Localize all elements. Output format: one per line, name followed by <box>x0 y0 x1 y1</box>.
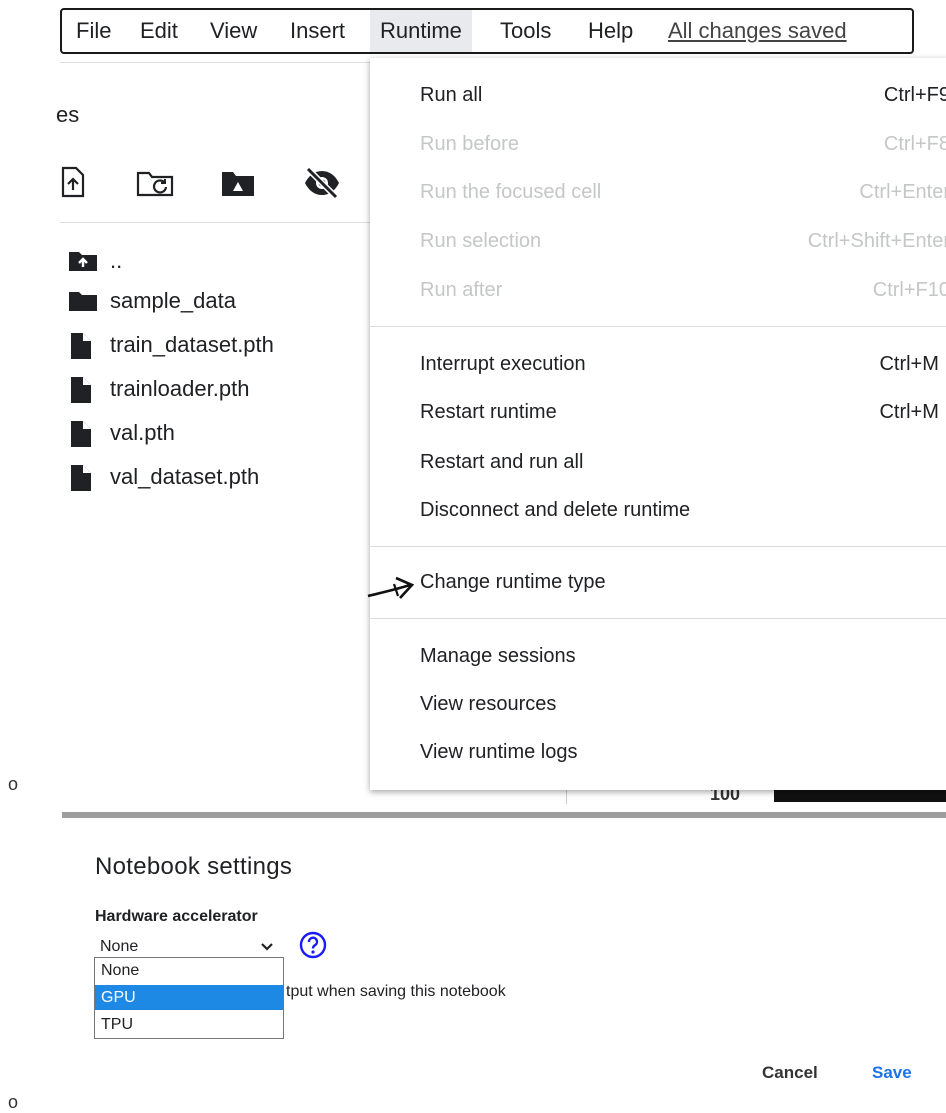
menu-item-label: Run the focused cell <box>420 181 602 203</box>
menu-view-runtime-logs[interactable]: View runtime logs <box>420 732 946 772</box>
file-icon <box>71 333 91 359</box>
file-name: sample_data <box>110 288 236 313</box>
menu-item-label: View resources <box>420 693 557 715</box>
bullet: o <box>8 774 19 794</box>
file-icon <box>71 465 91 491</box>
menu-view-resources[interactable]: View resources <box>420 684 946 724</box>
file-name: train_dataset.pth <box>110 332 274 357</box>
menu-item-label: View runtime logs <box>420 741 578 763</box>
menu-help[interactable]: Help <box>588 10 633 52</box>
refresh-folder-icon[interactable] <box>136 170 176 203</box>
parent-folder-icon <box>69 252 97 271</box>
menu-view[interactable]: View <box>210 10 257 52</box>
save-status-link[interactable]: All changes saved <box>668 10 847 52</box>
hardware-accelerator-select[interactable]: None <box>97 935 282 959</box>
panel-title: es <box>56 102 80 127</box>
shortcut: Ctrl+M . <box>879 401 946 423</box>
omit-output-text: tput when saving this notebook <box>286 983 506 1000</box>
menu-item-label: Manage sessions <box>420 645 576 667</box>
save-button[interactable]: Save <box>872 1063 912 1083</box>
upload-file-icon[interactable] <box>60 166 86 203</box>
menu-interrupt-execution[interactable]: Interrupt execution Ctrl+M I <box>420 344 946 384</box>
folder-icon <box>69 292 97 311</box>
hardware-accelerator-label: Hardware accelerator <box>95 908 258 925</box>
hand-drawn-arrow-icon <box>366 572 418 607</box>
menu-run-after: Run after Ctrl+F10 <box>420 270 946 310</box>
menu-separator <box>370 618 946 619</box>
menu-restart-runtime[interactable]: Restart runtime Ctrl+M . <box>420 392 946 432</box>
shortcut: Ctrl+Enter <box>859 181 946 203</box>
menu-item-label: Run after <box>420 279 503 301</box>
option-tpu[interactable]: TPU <box>95 1012 283 1037</box>
select-value: None <box>100 938 139 955</box>
menu-item-label: Disconnect and delete runtime <box>420 499 691 521</box>
help-icon[interactable] <box>298 930 328 965</box>
file-name: .. <box>110 248 123 273</box>
shortcut: Ctrl+F10 <box>872 279 946 301</box>
menu-tools[interactable]: Tools <box>500 10 551 52</box>
menu-item-label: Restart runtime <box>420 401 557 423</box>
shortcut: Ctrl+Shift+Enter <box>807 230 946 252</box>
menu-run-focused-cell: Run the focused cell Ctrl+Enter <box>420 172 946 212</box>
drive-folder-icon[interactable] <box>220 170 256 203</box>
panel-edge <box>566 790 567 804</box>
menu-insert[interactable]: Insert <box>290 10 345 52</box>
option-gpu[interactable]: GPU <box>95 985 283 1010</box>
menu-run-selection: Run selection Ctrl+Shift+Enter <box>420 221 946 261</box>
menu-item-label: Run before <box>420 133 519 155</box>
menu-item-label: Change runtime type <box>420 571 606 593</box>
runtime-menu: Run all Ctrl+F9 Run before Ctrl+F8 Run the… <box>367 58 946 790</box>
menu-change-runtime-type[interactable]: Change runtime type <box>420 562 946 602</box>
menu-item-label: Run selection <box>420 230 542 252</box>
hardware-accelerator-options: None GPU TPU <box>94 957 284 1039</box>
menu-item-label: Interrupt execution <box>420 353 586 375</box>
file-name: val_dataset.pth <box>110 464 260 489</box>
menu-separator <box>370 326 946 327</box>
menu-disconnect-delete-runtime[interactable]: Disconnect and delete runtime <box>420 490 946 530</box>
file-name: val.pth <box>110 420 175 445</box>
divider <box>60 62 370 63</box>
file-name: trainloader.pth <box>110 376 250 401</box>
option-none[interactable]: None <box>95 958 283 983</box>
background-chart-fragment <box>774 790 946 802</box>
menu-restart-and-run-all[interactable]: Restart and run all <box>420 442 946 482</box>
menu-separator <box>370 546 946 547</box>
menu-runtime[interactable]: Runtime <box>370 10 472 52</box>
menu-run-before: Run before Ctrl+F8 <box>420 124 946 164</box>
menu-item-label: Restart and run all <box>420 451 584 473</box>
menu-run-all[interactable]: Run all Ctrl+F9 <box>420 75 946 115</box>
shortcut: Ctrl+F9 <box>883 84 946 106</box>
file-icon <box>71 421 91 447</box>
dialog-divider <box>62 812 946 818</box>
hide-eye-icon[interactable] <box>302 166 342 205</box>
bullet: o <box>8 1092 19 1112</box>
menu-file[interactable]: File <box>76 10 111 52</box>
menubar: File Edit View Insert Runtime Tools Help… <box>60 8 914 54</box>
shortcut: Ctrl+F8 <box>883 133 946 155</box>
divider <box>60 222 370 223</box>
shortcut: Ctrl+M I <box>879 353 946 375</box>
menu-item-label: Run all <box>420 84 483 106</box>
menu-manage-sessions[interactable]: Manage sessions <box>420 636 946 676</box>
file-icon <box>71 377 91 403</box>
menu-edit[interactable]: Edit <box>140 10 178 52</box>
cancel-button[interactable]: Cancel <box>762 1063 818 1083</box>
dialog-title: Notebook settings <box>95 853 293 880</box>
